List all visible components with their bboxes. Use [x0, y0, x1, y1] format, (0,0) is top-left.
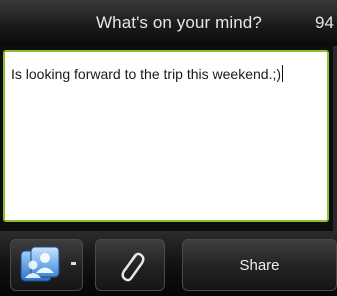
page-title: What's on your mind? [96, 13, 262, 32]
text-caret [282, 65, 284, 82]
attach-button[interactable] [95, 239, 165, 291]
remaining-character-count: 94 [315, 13, 334, 32]
status-text: Is looking forward to the trip this week… [11, 66, 282, 82]
dropdown-indicator-icon [71, 262, 76, 265]
scrollbar [333, 46, 337, 231]
share-button-label: Share [239, 257, 280, 274]
share-button[interactable]: Share [182, 239, 337, 291]
bottom-toolbar: Share [0, 231, 337, 296]
status-text-input[interactable]: Is looking forward to the trip this week… [3, 50, 329, 222]
status-update-screen: What's on your mind? 94 Is looking forwa… [0, 0, 337, 296]
select-people-button[interactable] [10, 239, 83, 291]
people-icon [20, 246, 60, 282]
paperclip-icon [121, 252, 145, 282]
title-bar: What's on your mind? 94 [0, 0, 337, 46]
